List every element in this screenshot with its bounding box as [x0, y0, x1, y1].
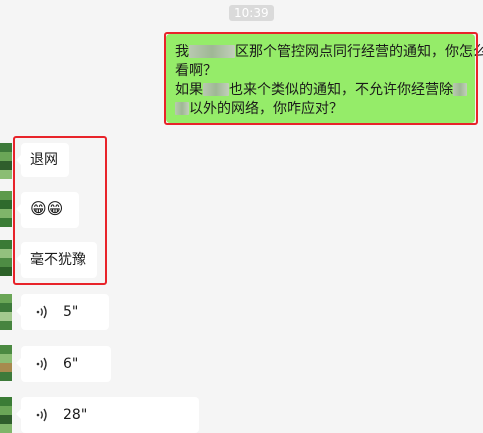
- avatar[interactable]: [0, 345, 12, 381]
- avatar[interactable]: [0, 294, 12, 330]
- highlight-box-outgoing: [164, 32, 478, 125]
- voice-message[interactable]: 6": [16, 346, 111, 382]
- bubble-tail: [16, 306, 21, 316]
- chat-timestamp: 10:39: [229, 5, 274, 21]
- voice-duration: 28": [63, 407, 88, 423]
- voice-duration: 6": [63, 356, 79, 372]
- voice-wave-icon: [36, 357, 47, 371]
- voice-message[interactable]: 5": [16, 294, 109, 330]
- voice-message[interactable]: 28": [16, 397, 199, 433]
- bubble-tail: [16, 358, 21, 368]
- voice-duration: 5": [63, 304, 79, 320]
- avatar[interactable]: [0, 191, 12, 227]
- avatar[interactable]: [0, 143, 12, 179]
- bubble-tail: [16, 409, 21, 419]
- highlight-box-incoming: [13, 136, 107, 285]
- voice-wave-icon: [36, 408, 47, 422]
- avatar[interactable]: [0, 240, 12, 276]
- voice-wave-icon: [36, 305, 47, 319]
- avatar[interactable]: [0, 397, 12, 433]
